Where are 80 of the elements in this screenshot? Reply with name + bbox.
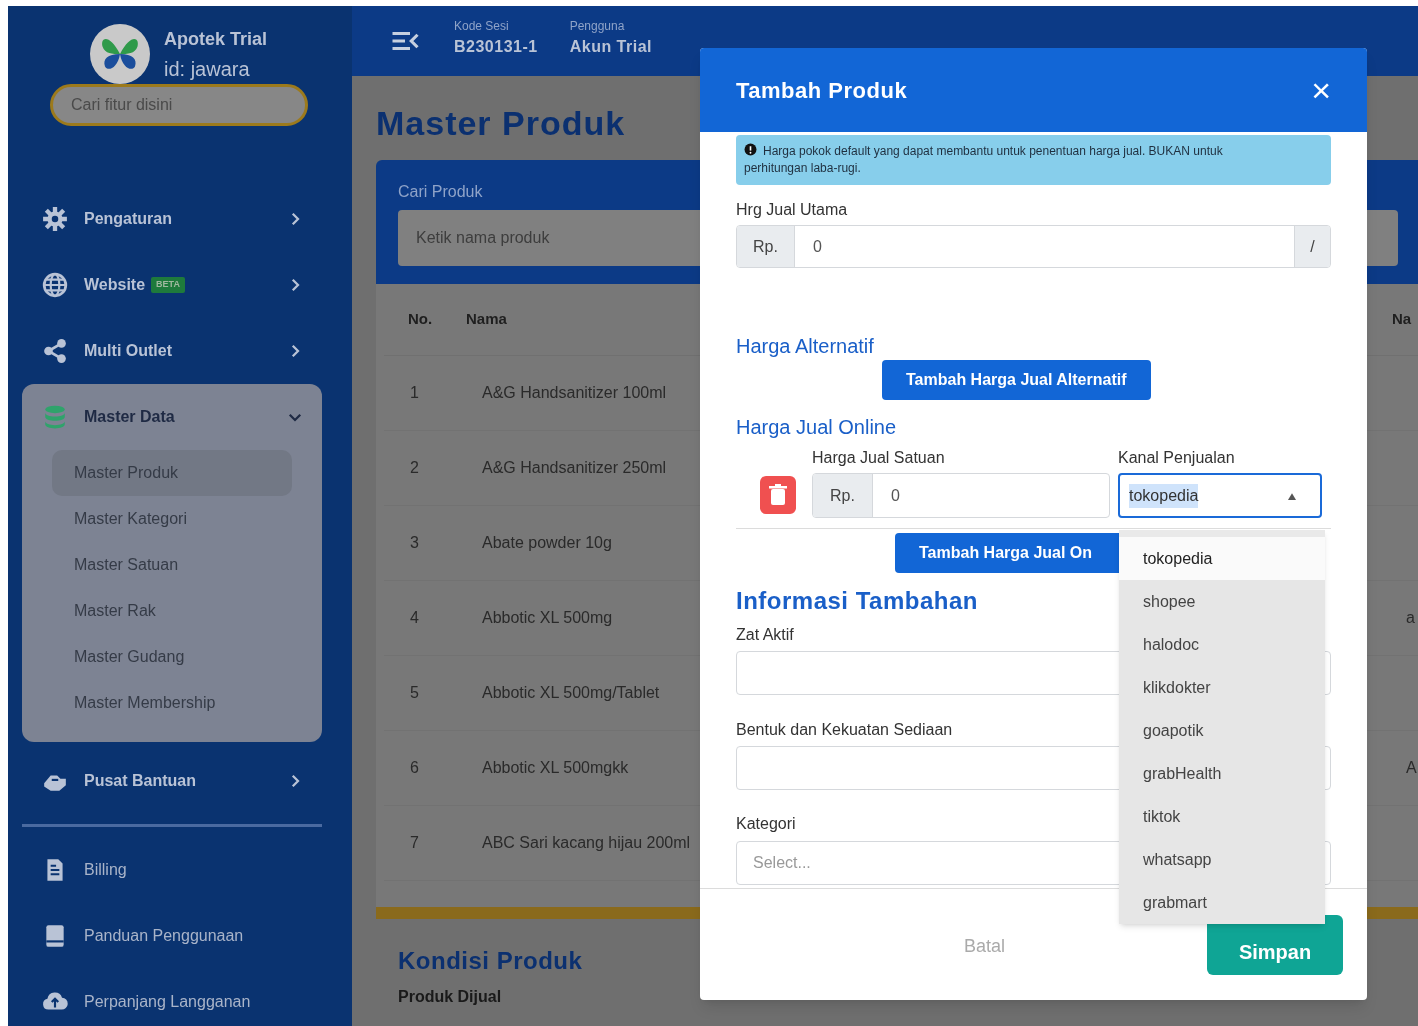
- search-label: Cari Produk: [398, 182, 484, 202]
- table-cell-text: A: [1406, 758, 1418, 778]
- section-heading: Harga Jual Online: [736, 415, 897, 440]
- section-heading: Harga Alternatif: [736, 334, 874, 359]
- section-heading: Informasi Tambahan: [736, 586, 978, 616]
- currency-prefix: Rp.: [737, 226, 795, 267]
- price-input-group[interactable]: Rp. 0: [812, 473, 1110, 518]
- dropdown-option[interactable]: tokopedia: [1119, 537, 1325, 580]
- user-name: Akun Trial: [569, 37, 653, 57]
- menu-link[interactable]: Billing: [22, 837, 322, 903]
- dropdown-option[interactable]: goapotik: [1119, 709, 1325, 752]
- dropdown-option[interactable]: grabmart: [1119, 881, 1325, 924]
- table-cell-text: 2: [409, 458, 420, 478]
- currency-prefix: Rp.: [813, 474, 873, 517]
- table-cell-text: Abbotic XL 500mgkk: [481, 758, 630, 778]
- field-label: Kanal Penjualan: [1118, 448, 1235, 468]
- modal-title: Tambah Produk: [736, 76, 908, 105]
- price-value: 0: [890, 485, 901, 506]
- channel-select[interactable]: tokopedia: [1118, 473, 1322, 518]
- session-code: B230131-1: [454, 37, 538, 57]
- table-cell-text: Abbotic XL 500mg: [481, 608, 614, 628]
- menu-item[interactable]: Master Data: [22, 384, 322, 450]
- trash-icon: [768, 484, 788, 506]
- table-cell-text: A&G Handsanitizer 250ml: [481, 458, 668, 478]
- field-label: Harga Jual Satuan: [812, 448, 945, 468]
- page-title: Master Produk: [376, 103, 626, 144]
- close-button[interactable]: ×: [1311, 73, 1331, 107]
- field-label: Produk Dijual: [398, 987, 502, 1007]
- search-field[interactable]: Cari fitur disini: [50, 84, 308, 126]
- brand-name: Apotek Trial: [164, 28, 268, 51]
- add-alternative-price-button[interactable]: Tambah Harga Jual Alternatif: [882, 360, 1151, 400]
- menu-item[interactable]: Pengaturan: [22, 186, 322, 252]
- field-label: Hrg Jual Utama: [736, 200, 848, 220]
- section-title: Kondisi Produk: [398, 946, 583, 976]
- table-cell-text: A&G Handsanitizer 100ml: [481, 383, 668, 403]
- dropdown-option[interactable]: tiktok: [1119, 795, 1325, 838]
- menu-item[interactable]: Pusat Bantuan: [22, 748, 322, 814]
- table-cell-text: 7: [409, 833, 420, 853]
- field-label: Bentuk dan Kekuatan Sediaan: [736, 720, 953, 740]
- menu-item[interactable]: Website BETA: [22, 252, 322, 318]
- unit-suffix: /: [1294, 226, 1330, 267]
- menu-link[interactable]: Panduan Penggunaan: [22, 903, 322, 969]
- delete-button[interactable]: [760, 476, 796, 514]
- user-label: Pengguna: [569, 18, 626, 35]
- account-id: id: jawara: [164, 57, 251, 82]
- menu-item[interactable]: Multi Outlet: [22, 318, 322, 384]
- price-input-group[interactable]: Rp. 0 /: [736, 225, 1331, 268]
- table-cell-text: 6: [409, 758, 420, 778]
- table-cell-text: 3: [409, 533, 420, 553]
- dropdown-option[interactable]: whatsapp: [1119, 838, 1325, 881]
- dropdown-option[interactable]: grabHealth: [1119, 752, 1325, 795]
- column-header: No.: [407, 309, 434, 330]
- alert-text: Harga pokok default yang dapat membantu untuk penentuan harga jual. BUKAN untuk perhitungan laba-rugi.: [744, 143, 1224, 177]
- price-value: 0: [812, 236, 823, 257]
- column-header: Nama: [466, 309, 508, 330]
- dropdown-option[interactable]: klikdokter: [1119, 666, 1325, 709]
- database-icon: [42, 404, 68, 430]
- logo-icon: [90, 24, 150, 84]
- table-cell-text: Abbotic XL 500mg/Tablet: [481, 683, 661, 703]
- table-cell-text: 5: [409, 683, 420, 703]
- column-header: Na: [1392, 309, 1413, 330]
- dropdown-option[interactable]: halodoc: [1119, 623, 1325, 666]
- session-label: Kode Sesi: [454, 18, 510, 35]
- table-cell-text: ABC Sari kacang hijau 200ml: [481, 833, 692, 853]
- table-cell-text: a: [1406, 608, 1416, 628]
- table-cell-text: 4: [409, 608, 420, 628]
- field-label: Kategori: [736, 814, 796, 834]
- globe-icon: [42, 272, 68, 298]
- selected-channel: tokopedia: [1129, 483, 1199, 508]
- add-online-price-button[interactable]: Tambah Harga Jual On: [895, 533, 1119, 573]
- caret-up-icon: [1286, 491, 1298, 500]
- menu-link[interactable]: Perpanjang Langganan: [22, 969, 322, 1026]
- info-icon: [744, 143, 757, 156]
- share-icon: [42, 338, 68, 364]
- beta-badge: BETA: [151, 277, 185, 293]
- gear-icon: [42, 206, 68, 232]
- table-cell-text: Abate powder 10g: [481, 533, 613, 553]
- table-cell-text: 1: [409, 383, 420, 403]
- field-label: Zat Aktif: [736, 625, 794, 645]
- dropdown-option[interactable]: shopee: [1119, 580, 1325, 623]
